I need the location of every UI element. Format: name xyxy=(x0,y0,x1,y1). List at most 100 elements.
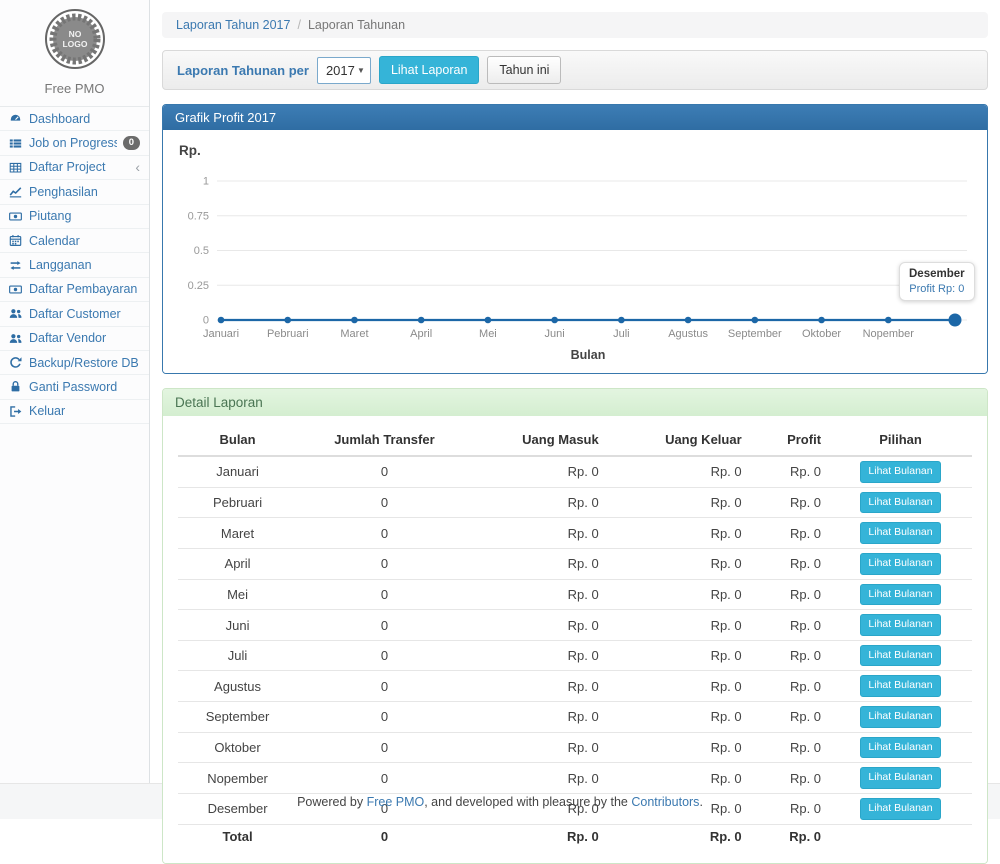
table-icon xyxy=(9,161,23,174)
this-year-button[interactable]: Tahun ini xyxy=(487,56,561,84)
footer-link-free-pmo[interactable]: Free PMO xyxy=(367,795,425,809)
cell-bulan: Pebruari xyxy=(178,487,297,518)
sidebar-menu: DashboardJob on Progress0 Daftar Project ‹… xyxy=(0,106,149,424)
table-row: April0Rp. 0Rp. 0Rp. 0Lihat Bulanan xyxy=(178,548,972,579)
view-monthly-button-agustus[interactable]: Lihat Bulanan xyxy=(860,675,940,697)
table-row: Pebruari0Rp. 0Rp. 0Rp. 0Lihat Bulanan xyxy=(178,487,972,518)
data-point xyxy=(418,317,425,324)
cell-jumlah_transfer: 0 xyxy=(297,732,472,763)
x-tick-label: Mei xyxy=(479,328,497,340)
sidebar-item-job-on-progress[interactable]: Job on Progress0 xyxy=(0,131,149,155)
detail-report-panel: Detail Laporan BulanJumlah TransferUang … xyxy=(162,388,988,864)
view-monthly-button-desember[interactable]: Lihat Bulanan xyxy=(860,798,940,820)
view-monthly-button-oktober[interactable]: Lihat Bulanan xyxy=(860,737,940,759)
profit-chart-body: Rp.10.750.50.250JanuariPebruariMaretApri… xyxy=(163,130,987,373)
sidebar-item-label: Keluar xyxy=(29,404,140,418)
x-tick-label: April xyxy=(410,328,432,340)
data-point xyxy=(885,317,892,324)
sidebar: NO LOGO Free PMO DashboardJob on Progres… xyxy=(0,0,150,783)
view-monthly-button-juni[interactable]: Lihat Bulanan xyxy=(860,614,940,636)
footer-text-prefix: Powered by xyxy=(297,795,363,809)
view-monthly-button-maret[interactable]: Lihat Bulanan xyxy=(860,522,940,544)
sidebar-item-daftar-pembayaran[interactable]: Daftar Pembayaran xyxy=(0,278,149,302)
sidebar-item-penghasilan[interactable]: Penghasilan xyxy=(0,180,149,204)
data-point xyxy=(485,317,492,324)
view-monthly-button-april[interactable]: Lihat Bulanan xyxy=(860,553,940,575)
cell-uang_masuk: Rp. 0 xyxy=(472,610,607,641)
cell-bulan: Juni xyxy=(178,610,297,641)
cell-jumlah_transfer: 0 xyxy=(297,487,472,518)
no-logo-icon: NO LOGO xyxy=(44,8,106,70)
cell-profit: Rp. 0 xyxy=(750,640,829,671)
year-select[interactable]: 2017 ▼ xyxy=(317,57,371,84)
cell-profit: Rp. 0 xyxy=(750,456,829,487)
cell-jumlah_transfer: 0 xyxy=(297,640,472,671)
cell-pilihan: Lihat Bulanan xyxy=(829,640,972,671)
cell-profit: Rp. 0 xyxy=(750,763,829,794)
view-monthly-button-juli[interactable]: Lihat Bulanan xyxy=(860,645,940,667)
chart-y-axis-label: Rp. xyxy=(179,143,201,158)
cell-pilihan: Lihat Bulanan xyxy=(829,579,972,610)
view-monthly-button-nopember[interactable]: Lihat Bulanan xyxy=(860,767,940,789)
main-content: Laporan Tahun 2017 / Laporan Tahunan Lap… xyxy=(150,0,1000,783)
sidebar-item-backup-restore-db[interactable]: Backup/Restore DB xyxy=(0,351,149,375)
cell-uang_masuk: Rp. 0 xyxy=(472,732,607,763)
cell-profit: Rp. 0 xyxy=(750,671,829,702)
chart-line-icon xyxy=(9,185,23,198)
sidebar-item-label: Backup/Restore DB xyxy=(29,356,140,370)
cell-pilihan: Lihat Bulanan xyxy=(829,794,972,825)
cell-uang_masuk: Rp. 0 xyxy=(472,702,607,733)
sidebar-item-label: Langganan xyxy=(29,258,140,272)
breadcrumb-current: Laporan Tahunan xyxy=(308,18,405,32)
cell-profit: Rp. 0 xyxy=(750,487,829,518)
cell-jumlah_transfer: 0 xyxy=(297,518,472,549)
sidebar-item-label: Daftar Project xyxy=(29,160,129,174)
cell-uang_keluar: Rp. 0 xyxy=(607,732,750,763)
sidebar-item-ganti-password[interactable]: Ganti Password xyxy=(0,375,149,399)
svg-text:LOGO: LOGO xyxy=(62,39,87,49)
x-tick-label: Oktober xyxy=(802,328,841,340)
sidebar-item-keluar[interactable]: Keluar xyxy=(0,400,149,424)
chevron-left-icon: ‹ xyxy=(135,160,140,174)
data-point xyxy=(685,317,692,324)
sidebar-item-langganan[interactable]: Langganan xyxy=(0,253,149,277)
sidebar-item-daftar-vendor[interactable]: Daftar Vendor xyxy=(0,327,149,351)
view-report-button[interactable]: Lihat Laporan xyxy=(379,56,479,84)
cell-uang_keluar: Rp. 0 xyxy=(607,548,750,579)
cell-uang_masuk: Rp. 0 xyxy=(472,456,607,487)
sidebar-item-piutang[interactable]: Piutang xyxy=(0,205,149,229)
sidebar-item-daftar-customer[interactable]: Daftar Customer xyxy=(0,302,149,326)
chart-tooltip-value: Profit Rp: 0 xyxy=(909,283,965,295)
sidebar-item-label: Daftar Pembayaran xyxy=(29,282,140,296)
footer-link-contributors[interactable]: Contributors xyxy=(631,795,699,809)
cell-profit: Rp. 0 xyxy=(750,732,829,763)
view-monthly-button-mei[interactable]: Lihat Bulanan xyxy=(860,584,940,606)
cell-bulan: Juli xyxy=(178,640,297,671)
sidebar-item-daftar-project[interactable]: Daftar Project ‹ xyxy=(0,156,149,180)
footer-text-suffix: . xyxy=(699,795,702,809)
data-point xyxy=(818,317,825,324)
cell-pilihan: Lihat Bulanan xyxy=(829,763,972,794)
table-row: Maret0Rp. 0Rp. 0Rp. 0Lihat Bulanan xyxy=(178,518,972,549)
year-select-value: 2017 xyxy=(326,63,355,78)
cell-bulan: Oktober xyxy=(178,732,297,763)
data-point xyxy=(351,317,358,324)
sidebar-item-calendar[interactable]: Calendar xyxy=(0,229,149,253)
column-header-profit: Profit xyxy=(750,424,829,456)
cell-profit: Rp. 0 xyxy=(750,824,829,848)
x-tick-label: Pebruari xyxy=(267,328,309,340)
cell-bulan: Mei xyxy=(178,579,297,610)
view-monthly-button-pebruari[interactable]: Lihat Bulanan xyxy=(860,492,940,514)
cell-uang_keluar: Rp. 0 xyxy=(607,518,750,549)
view-monthly-button-januari[interactable]: Lihat Bulanan xyxy=(860,461,940,483)
view-monthly-button-september[interactable]: Lihat Bulanan xyxy=(860,706,940,728)
column-header-pilihan: Pilihan xyxy=(829,424,972,456)
sidebar-item-dashboard[interactable]: Dashboard xyxy=(0,107,149,131)
data-point xyxy=(618,317,625,324)
year-filter-bar: Laporan Tahunan per 2017 ▼ Lihat Laporan… xyxy=(162,50,988,90)
column-header-jumlah-transfer: Jumlah Transfer xyxy=(297,424,472,456)
sidebar-item-label: Daftar Vendor xyxy=(29,331,140,345)
page: NO LOGO Free PMO DashboardJob on Progres… xyxy=(0,0,1000,783)
breadcrumb-link[interactable]: Laporan Tahun 2017 xyxy=(176,18,290,32)
cell-bulan: Nopember xyxy=(178,763,297,794)
